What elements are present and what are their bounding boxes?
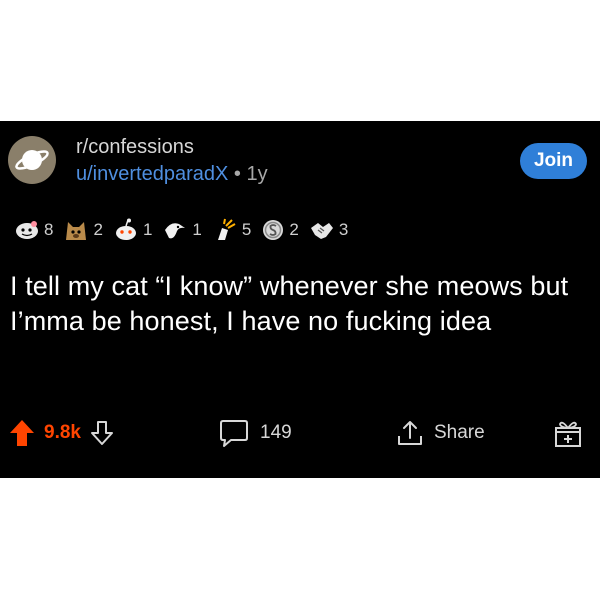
subreddit-name[interactable]: r/confessions: [76, 135, 268, 159]
gift-award-icon: [555, 421, 581, 447]
award-item[interactable]: 2: [261, 218, 299, 242]
comment-count: 149: [260, 422, 292, 443]
award-count: 8: [44, 220, 54, 239]
post-age: 1y: [246, 163, 268, 185]
subreddit-planet-icon[interactable]: [8, 136, 56, 184]
award-item[interactable]: 5: [212, 218, 251, 242]
author-username[interactable]: u/invertedparadX: [76, 163, 228, 185]
share-label: Share: [434, 422, 485, 443]
share-button[interactable]: Share: [396, 413, 485, 453]
helpful-award-icon: [165, 223, 186, 239]
award-item[interactable]: 3: [309, 218, 348, 242]
snoo-award-icon: [115, 218, 136, 240]
handshake-award-icon: [310, 223, 333, 239]
action-bar: 9.8k 149 Share: [0, 413, 600, 453]
post-card: r/confessions u/invertedparadX • 1y Join…: [0, 121, 600, 478]
join-button[interactable]: Join: [520, 143, 587, 179]
meta-separator: •: [233, 163, 241, 185]
award-count: 1: [192, 220, 202, 239]
award-item[interactable]: 1: [162, 218, 202, 242]
post-body-text[interactable]: I tell my cat “I know” whenever she meow…: [10, 269, 590, 339]
silver-coin-award-icon: [263, 220, 284, 240]
bravo-award-icon: [217, 218, 236, 240]
award-count: 2: [93, 220, 103, 239]
award-item[interactable]: 2: [63, 218, 103, 242]
downvote-icon[interactable]: [89, 419, 115, 447]
author-line: u/invertedparadX • 1y: [76, 161, 268, 187]
award-count: 2: [289, 220, 299, 239]
award-gift-button[interactable]: [553, 413, 583, 453]
awards-row[interactable]: 8 2 1 1 5 2 3: [14, 216, 358, 244]
award-item[interactable]: 1: [113, 218, 152, 242]
wholesome-award-icon: [16, 221, 38, 239]
award-item[interactable]: 8: [14, 219, 53, 241]
award-count: 5: [241, 220, 252, 239]
share-icon: [398, 421, 422, 445]
comments-button[interactable]: 149: [218, 413, 292, 453]
award-count: 1: [142, 220, 153, 239]
doge-award-icon: [66, 222, 87, 240]
post-meta: r/confessions u/invertedparadX • 1y: [76, 135, 268, 187]
vote-score: 9.8k: [44, 422, 81, 443]
award-count: 3: [338, 220, 349, 239]
upvote-icon[interactable]: [8, 418, 36, 448]
comment-bubble-icon: [220, 420, 248, 447]
vote-group: 9.8k: [8, 413, 115, 453]
